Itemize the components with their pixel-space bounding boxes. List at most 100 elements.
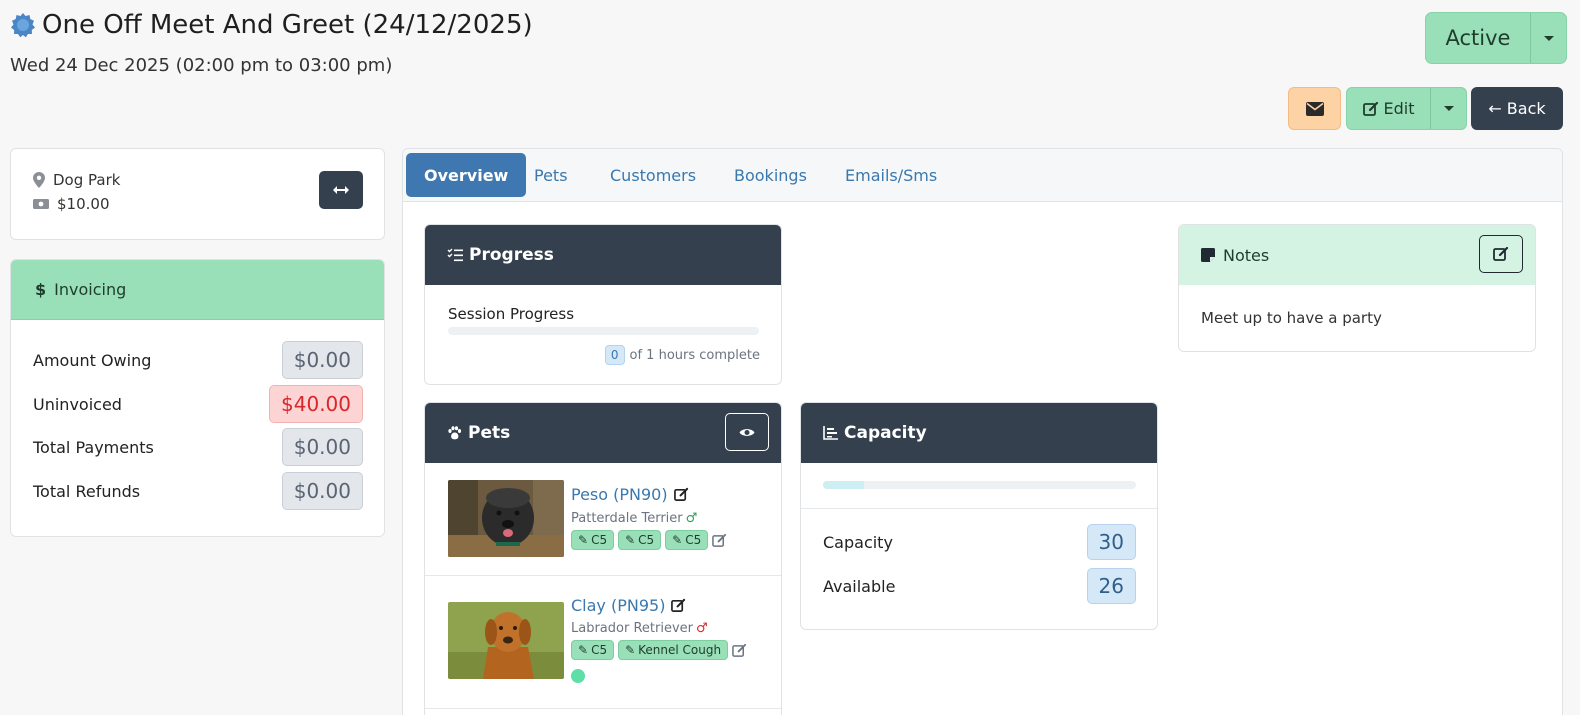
invoice-label: Total Refunds — [33, 481, 141, 501]
edit-notes-button[interactable] — [1479, 235, 1523, 273]
edit-vaccines-icon[interactable] — [712, 533, 727, 548]
male-icon: ♂ — [696, 621, 708, 636]
list-check-icon — [447, 248, 463, 262]
progress-title: Progress — [469, 245, 554, 265]
view-pets-button[interactable] — [725, 413, 769, 451]
edit-label: Edit — [1383, 99, 1415, 118]
page-title-row: One Off Meet And Greet (24/12/2025) — [10, 10, 533, 40]
tab-overview[interactable]: Overview — [406, 153, 527, 197]
capacity-fill — [823, 481, 864, 489]
syringe-icon: ✎ — [578, 533, 589, 547]
chart-bar-icon — [823, 426, 838, 440]
invoice-label: Uninvoiced — [33, 394, 122, 414]
hours-complete-text: of 1 hours complete — [629, 347, 760, 363]
pet-breed: Patterdale Terrier — [571, 511, 683, 526]
pet-name[interactable]: Clay (PN95) — [571, 596, 665, 615]
pet-item: Clay (PN95) Labrador Retriever ♂ ✎ C5 ✎ Ke… — [425, 576, 781, 709]
location-name: Dog Park — [53, 171, 121, 189]
caret-down-icon — [1543, 35, 1554, 41]
invoice-row-uninvoiced: Uninvoiced $40.00 — [33, 385, 363, 423]
pets-header: Pets — [425, 403, 781, 463]
invoice-value: $40.00 — [269, 385, 363, 423]
status-button[interactable]: Active — [1426, 13, 1530, 63]
capacity-card: Capacity Capacity 30 Available 26 — [800, 402, 1158, 630]
syringe-icon: ✎ — [578, 643, 589, 657]
pet-name-link[interactable]: Peso (PN90) — [571, 485, 689, 504]
paw-icon — [448, 426, 462, 440]
dollar-icon: $ — [35, 280, 47, 299]
vaccine-tag: ✎ C5 — [618, 530, 662, 550]
page-subtitle: Wed 24 Dec 2025 (02:00 pm to 03:00 pm) — [10, 55, 393, 76]
notes-card: Notes Meet up to have a party — [1178, 224, 1536, 352]
pet-name-link[interactable]: Clay (PN95) — [571, 596, 686, 615]
caret-down-icon — [1443, 106, 1454, 111]
pet-breed-row: Patterdale Terrier ♂ — [571, 511, 697, 526]
capacity-row: Capacity 30 — [823, 524, 1136, 560]
main-panel: Overview Pets Customers Bookings Emails/… — [402, 148, 1563, 715]
capacity-value: 30 — [1086, 524, 1136, 560]
capacity-header: Capacity — [801, 403, 1157, 463]
tab-emails-sms[interactable]: Emails/Sms — [845, 153, 937, 197]
invoice-value: $0.00 — [281, 341, 363, 379]
arrows-horizontal-icon — [333, 186, 349, 194]
pets-card: Pets Peso (PN90) Patterdale Terrier ♂ ✎ … — [424, 402, 782, 715]
edit-vaccines-icon[interactable] — [732, 643, 747, 658]
tab-pets[interactable]: Pets — [534, 153, 568, 197]
pet-breed-row: Labrador Retriever ♂ — [571, 621, 708, 636]
notes-header: Notes — [1179, 225, 1535, 285]
edit-icon[interactable] — [671, 598, 686, 613]
pet-photo — [448, 602, 564, 679]
arrow-left-icon: ← — [1488, 99, 1502, 118]
available-label: Available — [823, 576, 896, 596]
location-card: Dog Park $10.00 — [10, 148, 385, 240]
pet-item: Peso (PN90) Patterdale Terrier ♂ ✎ C5 ✎ C5… — [425, 463, 781, 576]
invoicing-card: $ Invoicing Amount Owing $0.00 Uninvoice… — [10, 259, 385, 537]
vaccine-tag: ✎ C5 — [665, 530, 709, 550]
sticky-note-icon — [1201, 248, 1215, 262]
edit-icon — [1362, 101, 1378, 116]
eye-icon — [739, 428, 755, 436]
badge-icon — [11, 13, 35, 38]
divider — [801, 508, 1157, 509]
male-icon: ♂ — [685, 511, 698, 526]
vaccine-tag: ✎ C5 — [571, 530, 615, 550]
edit-icon — [1493, 246, 1509, 261]
envelope-icon — [1305, 101, 1324, 116]
progress-header: Progress — [425, 225, 781, 285]
edit-button-group[interactable]: Edit — [1346, 87, 1467, 130]
session-progress-bar — [448, 327, 759, 335]
available-row: Available 26 — [823, 568, 1136, 604]
edit-toggle[interactable] — [1430, 88, 1466, 129]
progress-card: Progress Session Progress 0 of 1 hours c… — [424, 224, 782, 385]
map-pin-icon — [33, 172, 45, 188]
invoice-label: Total Payments — [33, 437, 154, 457]
tab-customers[interactable]: Customers — [610, 153, 696, 197]
notes-text: Meet up to have a party — [1201, 309, 1382, 327]
edit-icon[interactable] — [673, 487, 689, 502]
syringe-icon: ✎ — [625, 533, 636, 547]
back-button[interactable]: ← Back — [1471, 87, 1563, 130]
dog-photo-labrador — [448, 602, 564, 679]
status-toggle[interactable] — [1530, 13, 1566, 63]
pet-breed: Labrador Retriever — [571, 621, 693, 636]
invoice-row-amount-owing: Amount Owing $0.00 — [33, 341, 363, 379]
dog-photo-terrier — [448, 480, 564, 557]
session-progress-label: Session Progress — [448, 305, 575, 323]
invoice-value: $0.00 — [281, 428, 363, 466]
tab-bar: Overview Pets Customers Bookings Emails/… — [403, 149, 1562, 202]
swap-button[interactable] — [319, 171, 363, 209]
edit-button[interactable]: Edit — [1347, 88, 1430, 129]
invoice-value: $0.00 — [281, 472, 363, 510]
email-button[interactable] — [1288, 87, 1341, 130]
status-dropdown[interactable]: Active — [1425, 12, 1567, 64]
hours-complete-badge: 0 — [604, 345, 625, 365]
location-price: $10.00 — [57, 195, 110, 213]
page-title: One Off Meet And Greet (24/12/2025) — [42, 10, 533, 40]
tab-bookings[interactable]: Bookings — [734, 153, 807, 197]
back-label: Back — [1506, 99, 1546, 118]
location-row: Dog Park — [33, 171, 120, 189]
invoicing-title: Invoicing — [54, 280, 127, 299]
pet-name[interactable]: Peso (PN90) — [571, 485, 668, 504]
capacity-bar — [823, 481, 1136, 489]
invoice-label: Amount Owing — [33, 350, 152, 370]
